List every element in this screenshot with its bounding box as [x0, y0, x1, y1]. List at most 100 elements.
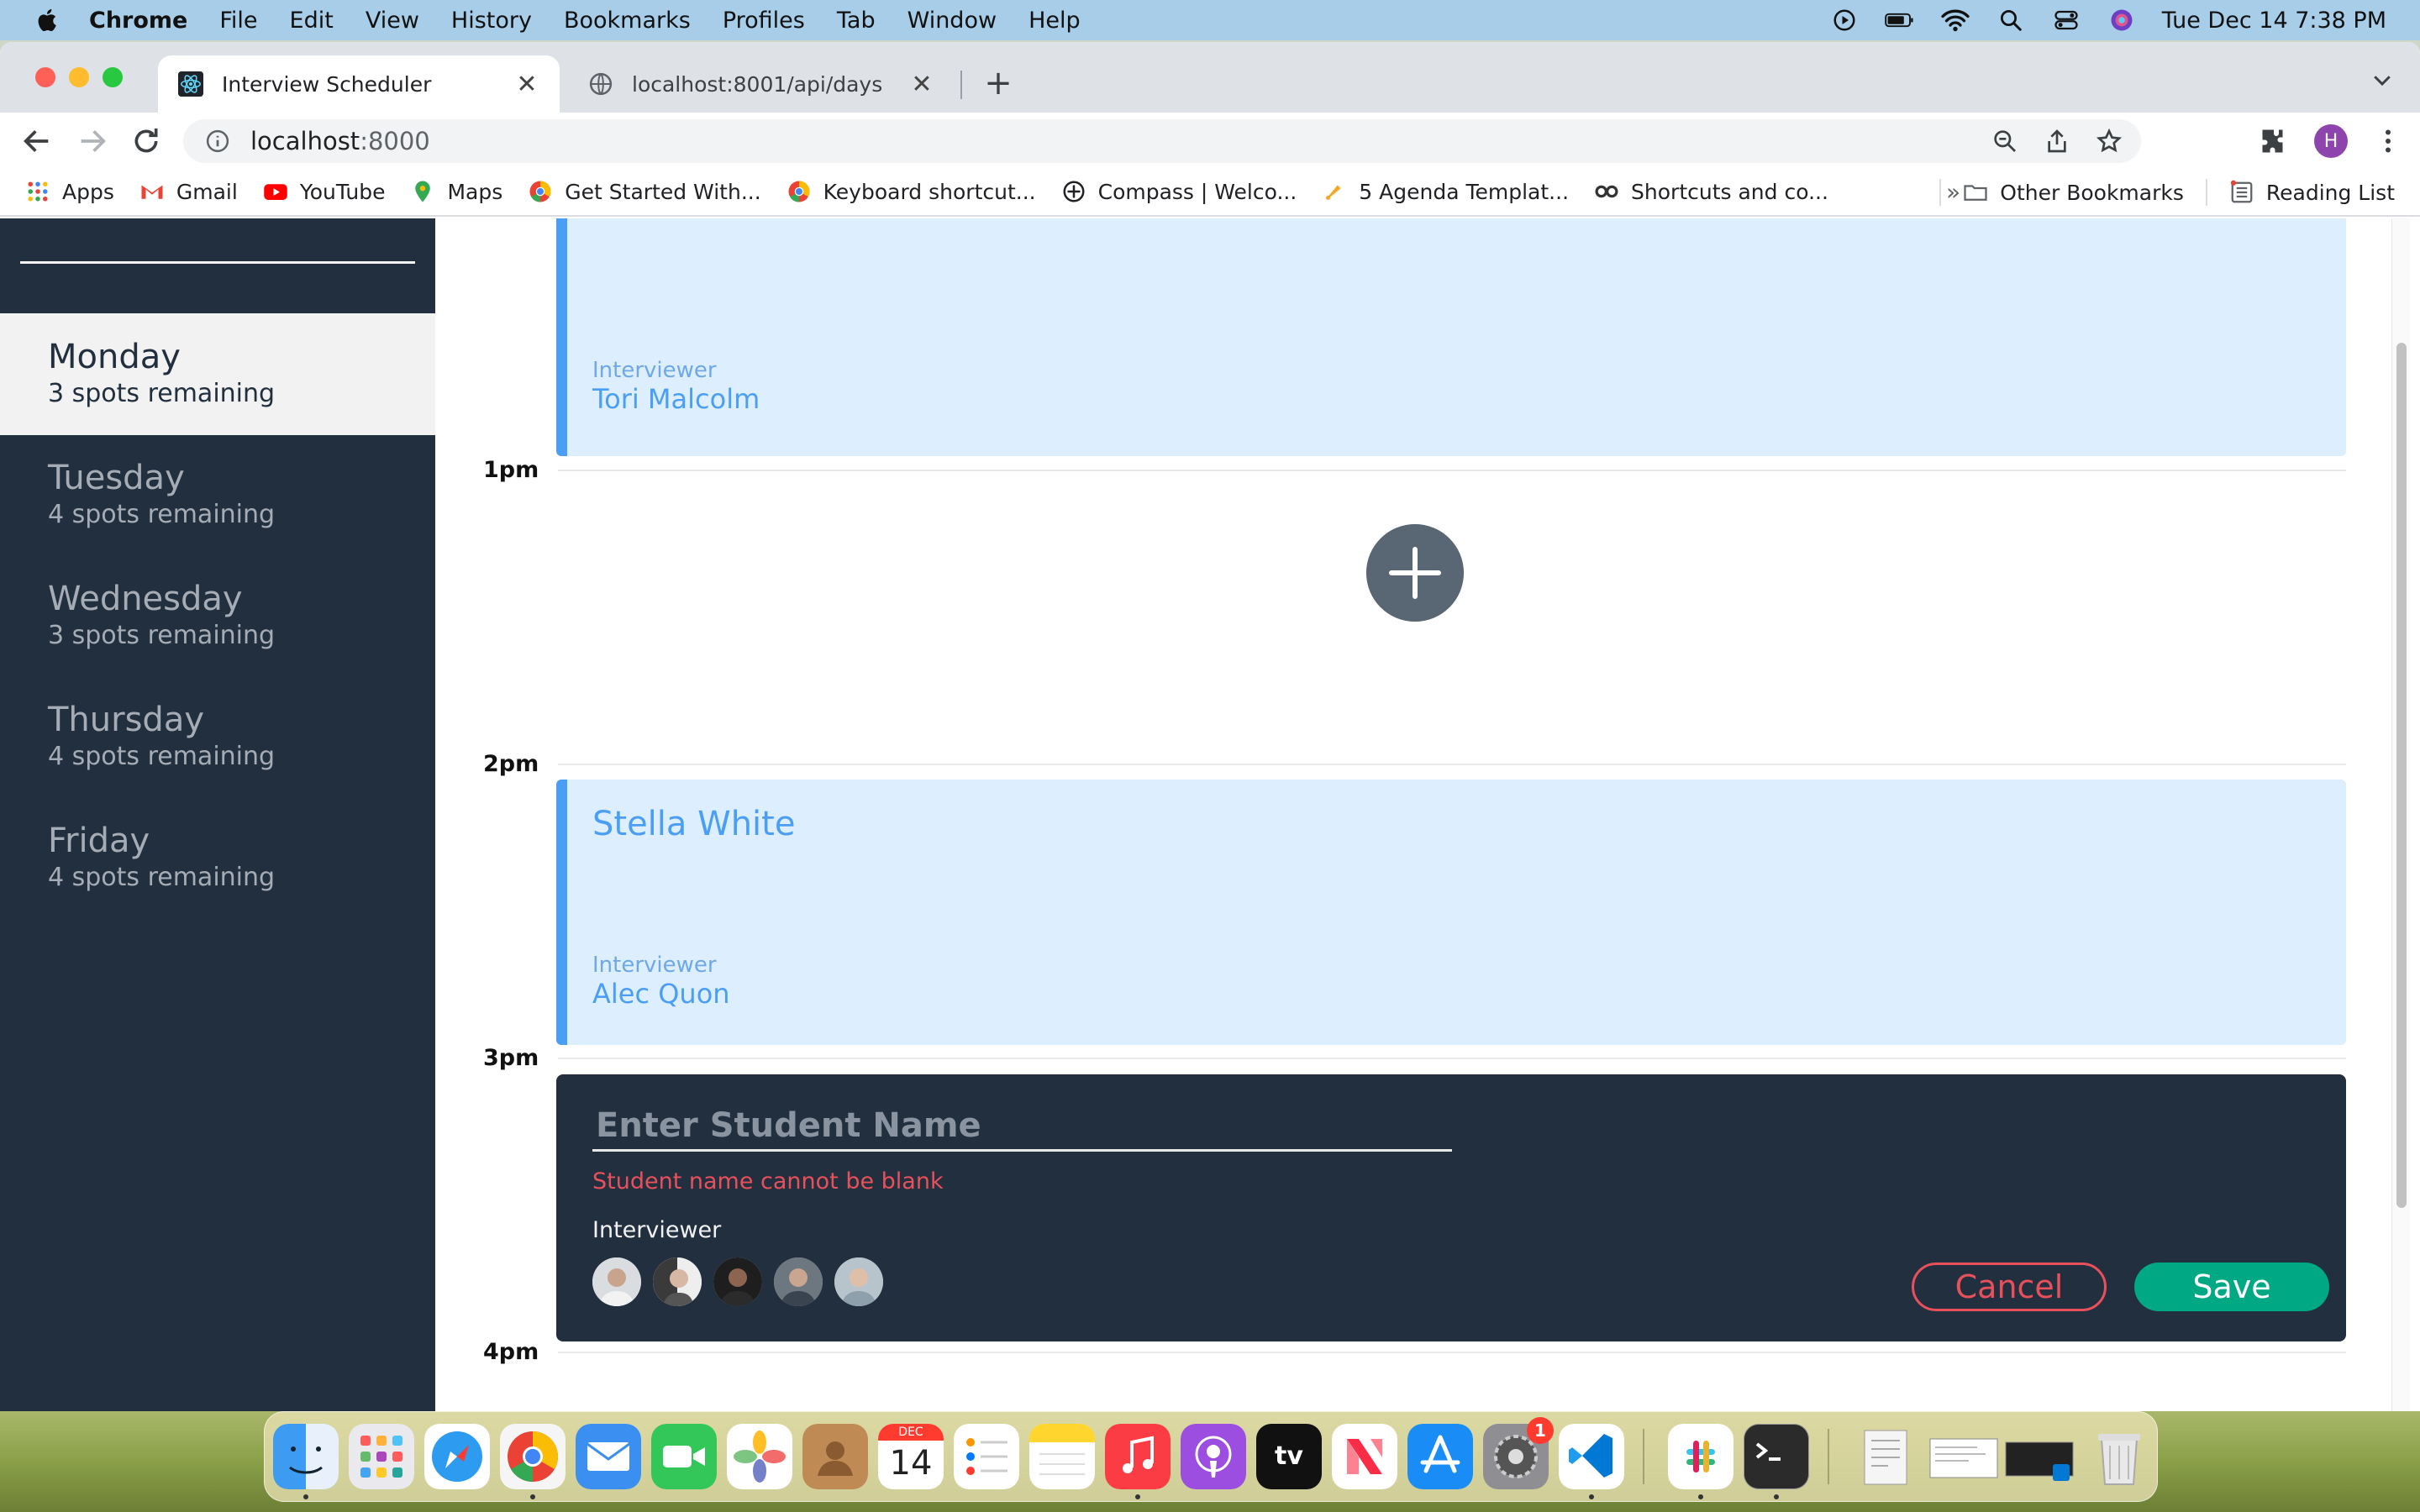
- menu-profiles[interactable]: Profiles: [723, 8, 805, 34]
- cancel-button[interactable]: Cancel: [1912, 1263, 2107, 1311]
- scrollbar-thumb[interactable]: [2396, 343, 2407, 1208]
- bookmark-shortcuts[interactable]: Shortcuts and co...: [1594, 179, 1828, 204]
- interviewer-avatar[interactable]: [774, 1257, 823, 1306]
- extensions-puzzle-icon[interactable]: [2259, 126, 2289, 156]
- sidebar-day-wednesday[interactable]: Wednesday 3 spots remaining: [0, 555, 435, 677]
- calendar-icon[interactable]: DEC 14: [878, 1424, 944, 1489]
- save-button[interactable]: Save: [2134, 1263, 2329, 1311]
- news-icon[interactable]: [1332, 1424, 1397, 1489]
- window-minimize-button[interactable]: [69, 67, 89, 87]
- launchpad-icon[interactable]: [349, 1424, 414, 1489]
- vscode-icon[interactable]: [1559, 1424, 1624, 1489]
- menu-bookmarks[interactable]: Bookmarks: [564, 8, 691, 34]
- facetime-icon[interactable]: [651, 1424, 717, 1489]
- screenshot-thumbnail-icon[interactable]: [1928, 1424, 1999, 1489]
- menu-help[interactable]: Help: [1028, 8, 1081, 34]
- sidebar-divider: [20, 261, 415, 264]
- tab-search-chevron-icon[interactable]: [2370, 67, 2395, 92]
- menu-edit[interactable]: Edit: [290, 8, 334, 34]
- interviewer-avatar[interactable]: [713, 1257, 762, 1306]
- bookmark-maps[interactable]: Maps: [410, 179, 502, 204]
- apple-tv-icon[interactable]: tv: [1256, 1424, 1322, 1489]
- reload-icon[interactable]: [129, 124, 163, 158]
- bookmark-keyboard-shortcuts[interactable]: Keyboard shortcut...: [786, 179, 1036, 204]
- slack-icon[interactable]: [1668, 1424, 1733, 1489]
- address-bar[interactable]: localhost:8000: [183, 119, 2141, 163]
- url-port: :8000: [360, 127, 430, 155]
- spotlight-search-icon[interactable]: [1996, 8, 2026, 33]
- page-scrollbar[interactable]: [2391, 218, 2410, 1411]
- sidebar-day-thursday[interactable]: Thursday 4 spots remaining: [0, 676, 435, 798]
- downloads-stack-icon[interactable]: [1853, 1424, 1918, 1489]
- sidebar-day-monday[interactable]: Monday 3 spots remaining: [0, 313, 435, 435]
- menu-app-name[interactable]: Chrome: [89, 8, 187, 34]
- bookmark-gmail[interactable]: Gmail: [139, 179, 238, 204]
- battery-icon[interactable]: [1884, 8, 1915, 33]
- day-spots: 4 spots remaining: [48, 500, 276, 529]
- terminal-icon[interactable]: [1744, 1424, 1809, 1489]
- menu-view[interactable]: View: [366, 8, 419, 34]
- forward-arrow-icon[interactable]: [76, 124, 109, 158]
- contacts-icon[interactable]: [802, 1424, 868, 1489]
- chrome-dock-icon[interactable]: [500, 1424, 566, 1489]
- reading-list-button[interactable]: Reading List: [2229, 180, 2395, 205]
- profile-avatar[interactable]: H: [2314, 124, 2348, 158]
- hour-label-2pm: 2pm: [483, 751, 539, 777]
- menu-window[interactable]: Window: [908, 8, 997, 34]
- bookmark-compass[interactable]: Compass | Welco...: [1061, 179, 1297, 204]
- play-circle-icon[interactable]: [1829, 8, 1860, 33]
- music-icon[interactable]: [1105, 1424, 1171, 1489]
- kebab-menu-icon[interactable]: [2373, 126, 2403, 156]
- new-tab-plus-icon[interactable]: +: [981, 64, 1015, 102]
- tv-label: tv: [1275, 1441, 1303, 1471]
- apple-logo-icon[interactable]: [34, 6, 62, 34]
- finder-icon[interactable]: [273, 1424, 339, 1489]
- page-viewport: Monday 3 spots remaining Tuesday 4 spots…: [0, 218, 2420, 1411]
- bookmark-agenda-templates[interactable]: 5 Agenda Templat...: [1322, 179, 1569, 204]
- window-zoom-button[interactable]: [103, 67, 123, 87]
- bookmark-get-started[interactable]: Get Started With...: [528, 179, 761, 204]
- menu-file[interactable]: File: [219, 8, 257, 34]
- app-store-icon[interactable]: [1407, 1424, 1473, 1489]
- tab-interview-scheduler[interactable]: Interview Scheduler ✕: [158, 55, 560, 113]
- appointment-student: Stella White: [592, 805, 796, 843]
- tab-close-icon[interactable]: ✕: [909, 70, 934, 99]
- photos-icon[interactable]: [727, 1424, 792, 1489]
- day-spots: 4 spots remaining: [48, 742, 276, 771]
- bookmark-youtube[interactable]: YouTube: [263, 179, 385, 204]
- window-close-button[interactable]: [35, 67, 55, 87]
- menu-history[interactable]: History: [451, 8, 532, 34]
- calendar-month: DEC: [878, 1424, 944, 1441]
- tab-api-days[interactable]: localhost:8001/api/days ✕: [568, 55, 955, 113]
- mail-icon[interactable]: [576, 1424, 641, 1489]
- zoom-magnifier-icon[interactable]: [1991, 128, 2018, 155]
- dock-separator: [1828, 1429, 1829, 1484]
- share-icon[interactable]: [2044, 128, 2070, 155]
- back-arrow-icon[interactable]: [20, 124, 54, 158]
- menubar-clock[interactable]: Tue Dec 14 7:38 PM: [2162, 8, 2386, 34]
- interviewer-avatar[interactable]: [834, 1257, 883, 1306]
- reminders-icon[interactable]: [954, 1424, 1019, 1489]
- tab-close-icon[interactable]: ✕: [514, 70, 539, 99]
- student-name-input[interactable]: [592, 1101, 1452, 1152]
- interviewer-avatar[interactable]: [592, 1257, 641, 1306]
- podcasts-icon[interactable]: [1181, 1424, 1246, 1489]
- siri-icon[interactable]: [2107, 8, 2137, 33]
- bookmark-apps[interactable]: Apps: [25, 179, 114, 204]
- terminal-window-thumbnail-icon[interactable]: [2004, 1424, 2075, 1489]
- bookmark-star-icon[interactable]: [2096, 128, 2123, 155]
- sidebar-day-friday[interactable]: Friday 4 spots remaining: [0, 797, 435, 919]
- sidebar-day-tuesday[interactable]: Tuesday 4 spots remaining: [0, 434, 435, 556]
- trash-icon[interactable]: [2086, 1424, 2152, 1489]
- day-name: Wednesday: [48, 580, 243, 618]
- add-appointment-plus-icon[interactable]: [1366, 524, 1464, 622]
- control-center-icon[interactable]: [2051, 8, 2081, 33]
- menu-tab[interactable]: Tab: [837, 8, 876, 34]
- site-info-icon[interactable]: [205, 129, 230, 154]
- wifi-icon[interactable]: [1940, 8, 1970, 33]
- other-bookmarks-folder[interactable]: Other Bookmarks: [1963, 180, 2184, 205]
- notes-icon[interactable]: [1029, 1424, 1095, 1489]
- bookmark-label: Maps: [447, 179, 503, 204]
- safari-icon[interactable]: [424, 1424, 490, 1489]
- interviewer-avatar[interactable]: [653, 1257, 702, 1306]
